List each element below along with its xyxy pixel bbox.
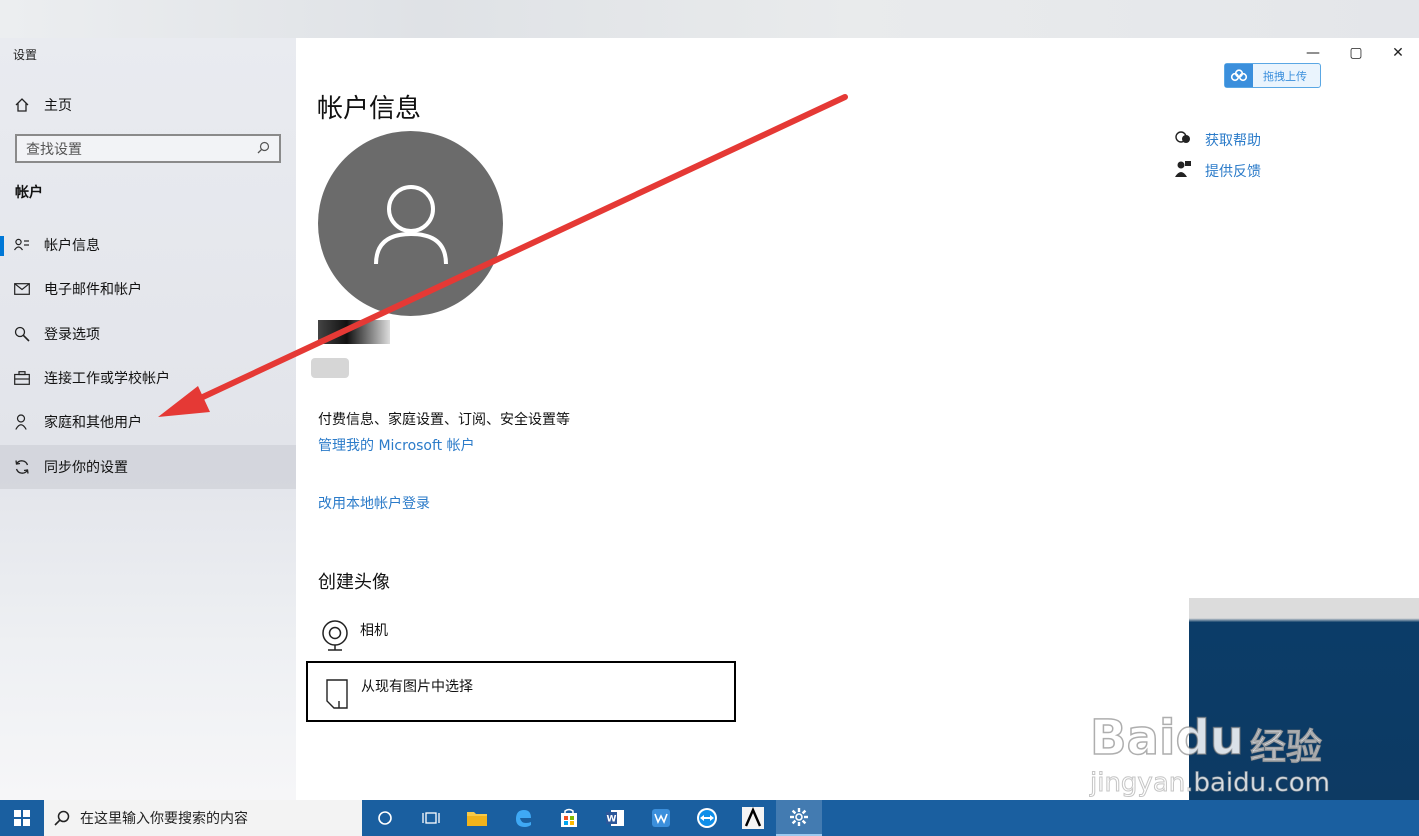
watermark-url: jingyan.baidu.com (1090, 768, 1331, 799)
maximize-button[interactable]: ▢ (1347, 44, 1365, 62)
top-strip (0, 0, 1419, 38)
teamviewer-icon (697, 808, 717, 828)
arch-icon (742, 807, 764, 829)
watermark-brand: Baidu (1089, 709, 1244, 767)
sidebar-item-label: 连接工作或学校帐户 (44, 371, 170, 387)
close-icon: ✕ (1392, 45, 1404, 61)
feedback-icon (1175, 160, 1191, 182)
feedback-label: 提供反馈 (1205, 164, 1261, 180)
feedback-link[interactable]: 提供反馈 (1175, 160, 1261, 182)
sidebar-item-email[interactable]: 电子邮件和帐户 (0, 267, 296, 311)
search-icon (257, 139, 270, 158)
search-placeholder: 查找设置 (26, 141, 82, 158)
drag-upload-button[interactable]: 拖拽上传 (1224, 63, 1321, 88)
store-icon (561, 808, 577, 827)
key-icon (0, 326, 44, 342)
nav-home[interactable]: 主页 (0, 90, 296, 120)
word-button[interactable]: W (592, 800, 638, 836)
start-button[interactable] (0, 800, 44, 836)
cloud-icon (1225, 64, 1253, 87)
mail-icon (0, 283, 44, 295)
taskbar: 在这里输入你要搜索的内容 W (0, 800, 1419, 836)
maximize-icon: ▢ (1349, 45, 1363, 61)
taskbar-search[interactable]: 在这里输入你要搜索的内容 (44, 800, 362, 836)
person-icon (0, 414, 44, 430)
baidu-watermark: Baidu 经验 jingyan.baidu.com (1089, 690, 1370, 800)
page-title: 帐户信息 (317, 94, 422, 124)
windows-icon (14, 810, 30, 826)
sidebar-item-label: 电子邮件和帐户 (44, 282, 142, 298)
camera-option[interactable]: 相机 (318, 618, 388, 654)
cortana-icon (378, 811, 392, 825)
sidebar-item-label: 同步你的设置 (44, 460, 128, 476)
user-avatar-icon (373, 184, 448, 264)
settings-taskbar-button[interactable] (776, 800, 822, 836)
local-account-link[interactable]: 改用本地帐户登录 (318, 493, 430, 513)
search-input[interactable]: 查找设置 (15, 134, 281, 163)
account-info-icon (0, 238, 44, 252)
get-help-label: 获取帮助 (1205, 133, 1261, 149)
help-chat-icon (1175, 130, 1191, 150)
browse-label: 从现有图片中选择 (361, 679, 473, 695)
sync-icon (0, 459, 44, 475)
sidebar: 设置 主页 查找设置 帐户 帐户信息 电子邮件和帐户 登录选项 连接工作或学校帐… (0, 38, 296, 800)
manage-account-link[interactable]: 管理我的 Microsoft 帐户 (318, 435, 475, 455)
search-icon (54, 810, 70, 826)
gear-icon (790, 808, 808, 826)
wps-icon (652, 809, 670, 827)
teamviewer-button[interactable] (684, 800, 730, 836)
folder-icon (467, 812, 487, 826)
section-label: 帐户 (15, 185, 43, 201)
home-icon (0, 97, 44, 113)
arch-app-button[interactable] (730, 800, 776, 836)
sidebar-item-label: 家庭和其他用户 (44, 415, 142, 431)
upload-label: 拖拽上传 (1263, 69, 1307, 83)
word-icon: W (606, 810, 624, 826)
home-label: 主页 (44, 98, 72, 114)
sidebar-item-family[interactable]: 家庭和其他用户 (0, 400, 296, 444)
store-button[interactable] (546, 800, 592, 836)
user-name-redacted (318, 320, 390, 344)
create-avatar-heading: 创建头像 (318, 572, 390, 593)
task-view-icon (422, 812, 440, 824)
sidebar-item-label: 帐户信息 (44, 238, 100, 254)
edge-button[interactable] (500, 800, 546, 836)
task-view-button[interactable] (408, 800, 454, 836)
wps-button[interactable] (638, 800, 684, 836)
briefcase-icon (0, 371, 44, 385)
svg-text:W: W (607, 815, 617, 825)
sidebar-item-sync[interactable]: 同步你的设置 (0, 445, 296, 489)
user-email-redacted (311, 358, 349, 378)
app-title: 设置 (13, 48, 38, 62)
get-help-link[interactable]: 获取帮助 (1175, 130, 1261, 150)
close-button[interactable]: ✕ (1389, 44, 1407, 62)
minimize-button[interactable]: — (1304, 44, 1322, 62)
sidebar-item-account-info[interactable]: 帐户信息 (0, 223, 296, 267)
sidebar-item-label: 登录选项 (44, 327, 100, 343)
avatar (318, 131, 503, 316)
cortana-button[interactable] (362, 800, 408, 836)
edge-icon (516, 810, 531, 827)
minimize-icon: — (1306, 45, 1320, 61)
watermark-jingyan: 经验 (1249, 727, 1323, 769)
browse-picture-option[interactable]: 从现有图片中选择 (306, 661, 736, 722)
sidebar-item-sign-in[interactable]: 登录选项 (0, 312, 296, 356)
camera-icon (318, 618, 352, 656)
file-explorer-button[interactable] (454, 800, 500, 836)
picture-file-icon (326, 679, 348, 713)
account-info-text: 付费信息、家庭设置、订阅、安全设置等 (318, 412, 570, 428)
taskbar-search-placeholder: 在这里输入你要搜索的内容 (80, 811, 248, 827)
sidebar-item-work-school[interactable]: 连接工作或学校帐户 (0, 356, 296, 400)
camera-label: 相机 (360, 623, 388, 639)
